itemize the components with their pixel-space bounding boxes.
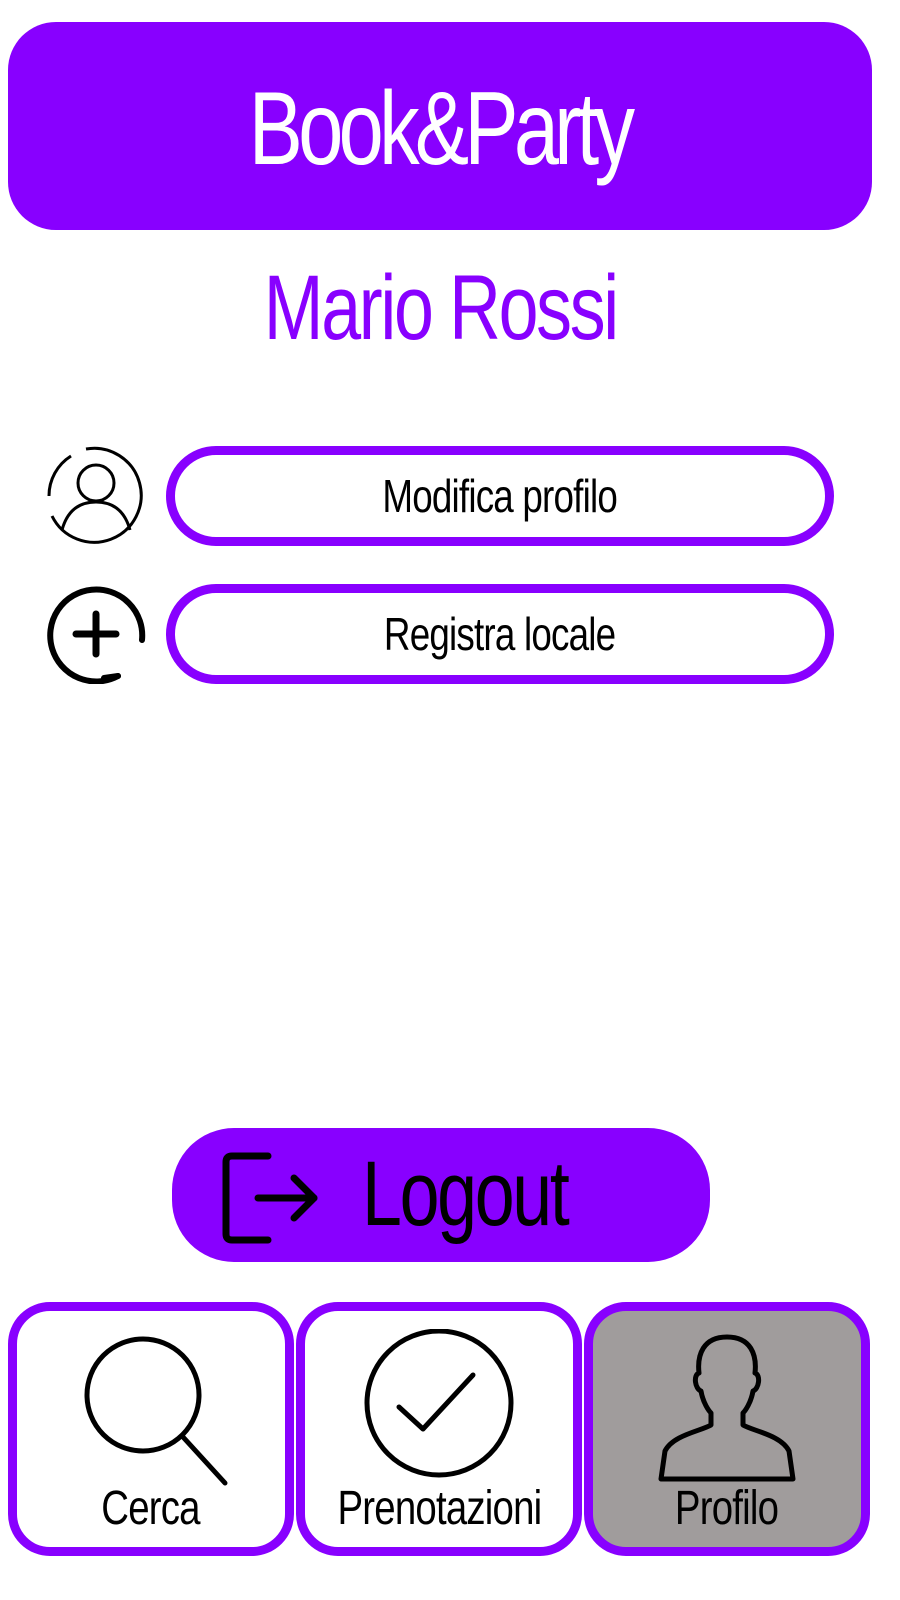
- logout-label: Logout: [362, 1143, 570, 1245]
- logout-icon: [222, 1152, 318, 1244]
- edit-profile-label: Modifica profilo: [382, 470, 618, 522]
- tab-search-label: Cerca: [101, 1482, 201, 1535]
- tab-profile-label: Profilo: [675, 1482, 779, 1535]
- person-silhouette-icon: [658, 1334, 796, 1482]
- tab-search[interactable]: Cerca: [8, 1302, 294, 1556]
- app-title: Book&Party: [249, 71, 635, 187]
- app-header: Book&Party: [8, 22, 872, 230]
- search-icon: [84, 1336, 228, 1486]
- logout-button[interactable]: Logout: [172, 1128, 710, 1262]
- check-circle-icon: [364, 1329, 514, 1478]
- user-profile-icon[interactable]: [46, 446, 146, 546]
- user-name: Mario Rossi: [0, 262, 880, 354]
- register-venue-button[interactable]: Registra locale: [166, 584, 834, 684]
- user-name-text: Mario Rossi: [263, 257, 618, 359]
- tab-bookings-label: Prenotazioni: [337, 1482, 542, 1535]
- profile-screen: Book&Party Mario Rossi Modifica profilo …: [0, 0, 900, 1600]
- tab-bookings[interactable]: Prenotazioni: [296, 1302, 582, 1556]
- add-circle-icon[interactable]: [46, 584, 146, 684]
- tab-profile[interactable]: Profilo: [584, 1302, 870, 1556]
- register-venue-label: Registra locale: [384, 608, 616, 660]
- edit-profile-button[interactable]: Modifica profilo: [166, 446, 834, 546]
